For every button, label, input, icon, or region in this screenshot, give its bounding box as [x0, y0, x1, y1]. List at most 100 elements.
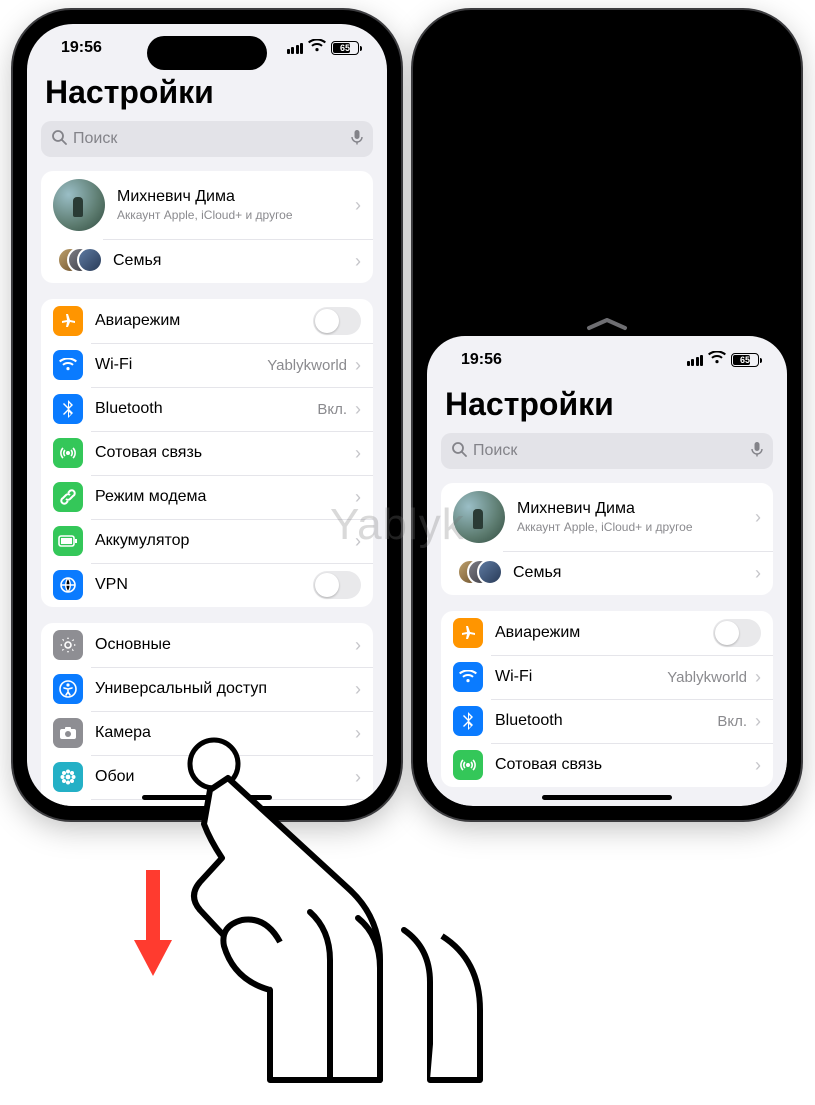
vpn-label: VPN [95, 576, 128, 594]
signal-icon [687, 355, 704, 366]
chevron-right-icon: › [353, 635, 361, 656]
general-row[interactable]: Основные › [41, 623, 373, 667]
wifi-value: Yablykworld [267, 357, 353, 374]
search-icon [51, 129, 67, 150]
search-icon [451, 441, 467, 462]
search-placeholder: Поиск [73, 130, 117, 148]
status-time: 19:56 [461, 351, 502, 369]
family-avatars [457, 559, 497, 587]
profile-card: Михневич Дима Аккаунт Apple, iCloud+ и д… [441, 483, 773, 595]
hotspot-label: Режим модема [95, 488, 206, 506]
airplane-label: Авиарежим [95, 312, 180, 330]
chevron-right-icon: › [753, 667, 761, 688]
home-indicator[interactable] [542, 795, 672, 800]
accessibility-row[interactable]: Универсальный доступ› [41, 667, 373, 711]
profile-card: Михневич Дима Аккаунт Apple, iCloud+ и д… [41, 171, 373, 283]
dynamic-island [147, 36, 267, 70]
wifi-icon [453, 662, 483, 692]
wifi-value: Yablykworld [667, 669, 753, 686]
bluetooth-row[interactable]: Bluetooth Вкл.› [41, 387, 373, 431]
family-avatars [57, 247, 97, 275]
apple-id-row[interactable]: Михневич Дима Аккаунт Apple, iCloud+ и д… [441, 483, 773, 551]
settings-content: Настройки Поиск [427, 384, 787, 787]
airplane-icon [453, 618, 483, 648]
hotspot-icon [53, 482, 83, 512]
airplane-row[interactable]: Авиарежим [41, 299, 373, 343]
apple-id-row[interactable]: Михневич Дима Аккаунт Apple, iCloud+ и д… [41, 171, 373, 239]
accessibility-icon [53, 674, 83, 704]
hotspot-row[interactable]: Режим модема › [41, 475, 373, 519]
signal-icon [287, 43, 304, 54]
gesture-hand-icon [180, 730, 520, 1105]
vpn-toggle[interactable] [313, 571, 361, 599]
family-label: Семья [113, 252, 161, 270]
search-field[interactable]: Поиск [41, 121, 373, 157]
battery-row[interactable]: Аккумулятор› [41, 519, 373, 563]
avatar [453, 491, 505, 543]
cellular-row[interactable]: Сотовая связь › [41, 431, 373, 475]
family-label: Семья [513, 564, 561, 582]
search-field[interactable]: Поиск [441, 433, 773, 469]
chevron-right-icon: › [353, 399, 361, 420]
wifi-row[interactable]: Wi-Fi Yablykworld› [41, 343, 373, 387]
chevron-right-icon: › [753, 711, 761, 732]
chevron-right-icon: › [753, 563, 761, 584]
battery-icon: 65 [731, 353, 759, 367]
bluetooth-label: Bluetooth [495, 712, 563, 730]
swipe-down-arrow-icon [132, 870, 174, 985]
chevron-right-icon: › [353, 443, 361, 464]
dynamic-island [547, 36, 667, 70]
airplane-toggle[interactable] [313, 307, 361, 335]
general-icon [53, 630, 83, 660]
settings-content: Настройки Поиск Михневич Дима [27, 72, 387, 806]
wifi-row[interactable]: Wi-Fi Yablykworld› [441, 655, 773, 699]
settings-group-0: АвиарежимWi-FiYablykworld›BluetoothВкл.›… [41, 299, 373, 607]
family-row[interactable]: Семья › [41, 239, 373, 283]
cellular-label: Сотовая связь [95, 444, 202, 462]
camera-label: Камера [95, 724, 151, 742]
battery-icon [53, 526, 83, 556]
bluetooth-value: Вкл. [317, 401, 353, 418]
search-placeholder: Поиск [473, 442, 517, 460]
wifi-label: Wi-Fi [495, 668, 532, 686]
wallpaper-icon [53, 762, 83, 792]
wallpaper-label: Обои [95, 768, 134, 786]
bluetooth-value: Вкл. [717, 713, 753, 730]
mic-icon[interactable] [351, 129, 363, 149]
status-time: 19:56 [61, 39, 102, 57]
cellular-icon [53, 438, 83, 468]
screen-right: 19:56 65 Настройки [427, 24, 787, 806]
profile-subtitle: Аккаунт Apple, iCloud+ и другое [117, 208, 293, 222]
mic-icon[interactable] [751, 441, 763, 461]
profile-name: Михневич Дима [117, 188, 293, 206]
wifi-icon [53, 350, 83, 380]
airplane-toggle[interactable] [713, 619, 761, 647]
chevron-right-icon: › [353, 679, 361, 700]
wifi-icon [308, 39, 326, 58]
chevron-right-icon: › [353, 487, 361, 508]
profile-subtitle: Аккаунт Apple, iCloud+ и другое [517, 520, 693, 534]
battery-icon: 65 [331, 41, 359, 55]
vpn-icon [53, 570, 83, 600]
airplane-label: Авиарежим [495, 624, 580, 642]
vpn-row[interactable]: VPN [41, 563, 373, 607]
bluetooth-icon [53, 394, 83, 424]
chevron-right-icon: › [353, 251, 361, 272]
wifi-icon [708, 351, 726, 370]
bluetooth-label: Bluetooth [95, 400, 163, 418]
chevron-right-icon: › [353, 531, 361, 552]
page-title: Настройки [41, 72, 373, 121]
reachability-handle-icon[interactable] [585, 316, 629, 332]
profile-name: Михневич Дима [517, 500, 693, 518]
wifi-label: Wi-Fi [95, 356, 132, 374]
general-label: Основные [95, 636, 171, 654]
airplane-icon [53, 306, 83, 336]
page-title: Настройки [441, 384, 773, 433]
airplane-row[interactable]: Авиарежим [441, 611, 773, 655]
phone-left: 19:56 65 Настройки Поиск [13, 10, 401, 820]
chevron-right-icon: › [353, 355, 361, 376]
chevron-right-icon: › [353, 195, 361, 216]
chevron-right-icon: › [753, 755, 761, 776]
phone-right: 19:56 65 Настройки [413, 10, 801, 820]
family-row[interactable]: Семья › [441, 551, 773, 595]
